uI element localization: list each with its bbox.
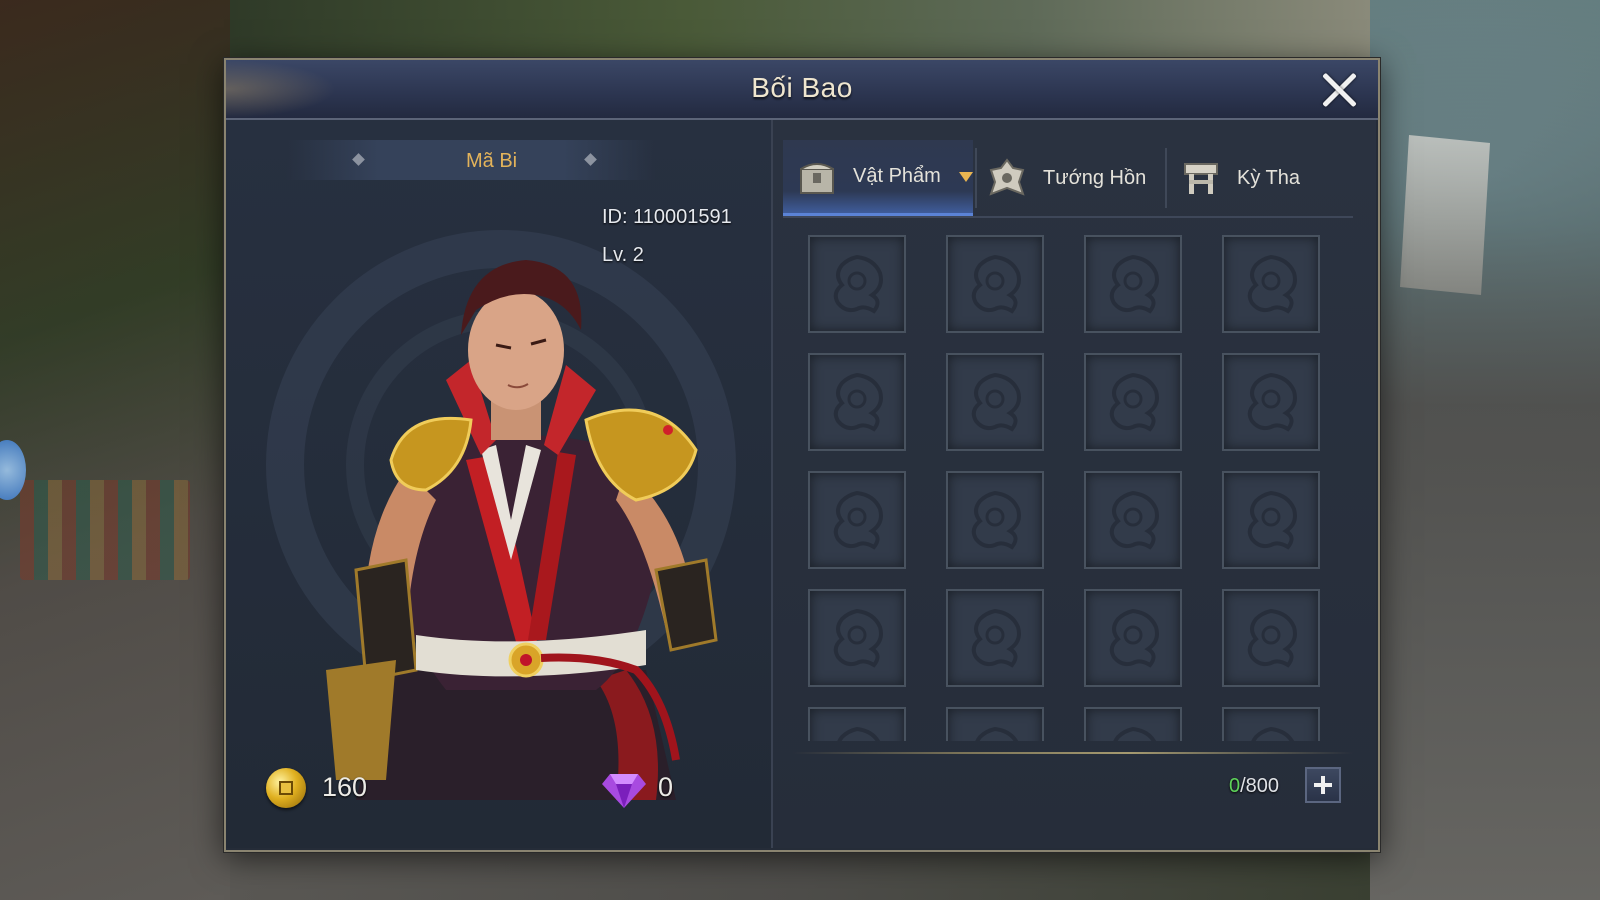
dragon-emblem-icon [1247,254,1297,314]
background-scenery-right [1370,0,1600,900]
dragon-emblem-icon [971,372,1021,432]
inventory-slot[interactable] [1084,707,1182,741]
spirit-icon [989,158,1025,196]
capacity-total: /800 [1240,775,1280,797]
dragon-emblem-icon [971,254,1021,314]
expand-inventory-button[interactable] [1305,767,1341,803]
inventory-slot[interactable] [808,353,906,451]
inventory-slot[interactable] [946,471,1044,569]
dragon-emblem-icon [1109,608,1159,668]
dragon-emblem-icon [833,254,883,314]
name-bar: Mã Bi [286,140,656,180]
background-scenery-left [0,0,230,900]
gem-icon [602,774,646,808]
character-panel: Mã Bi ID: 110001591 Lv. 2 160 0 [226,120,773,848]
diamond-left-icon [352,153,365,166]
dragon-emblem-icon [1251,726,1295,741]
inventory-slot[interactable] [946,707,1044,741]
diamond-right-icon [584,153,597,166]
dragon-emblem-icon [833,490,883,550]
dragon-emblem-icon [837,726,881,741]
background-crates [20,480,190,580]
inventory-slot[interactable] [1222,707,1320,741]
gem-amount: 0 [658,772,674,802]
tab-divider [1165,148,1167,208]
item-grid [808,235,1338,741]
dragon-emblem-icon [1247,490,1297,550]
chest-icon [800,162,834,194]
background-scenery-bottom [230,845,1370,900]
inventory-slot[interactable] [1222,353,1320,451]
inventory-slot[interactable] [946,235,1044,333]
inventory-slot[interactable] [1222,235,1320,333]
currency-row: 160 0 [226,760,771,820]
character-name: Mã Bi [466,150,518,172]
background-scenery-top [230,0,1370,60]
inventory-slot[interactable] [808,471,906,569]
tab-items[interactable]: Vật Phẩm [783,140,973,216]
inventory-slot[interactable] [808,589,906,687]
tab-other-label: Kỳ Tha [1237,166,1300,189]
dragon-emblem-icon [833,372,883,432]
gold-coin-icon [266,768,306,808]
title-bar: Bối Bao [226,60,1378,120]
inventory-slot[interactable] [1222,471,1320,569]
character-id: ID: 110001591 [602,206,732,228]
character-portrait [326,260,718,800]
dragon-emblem-icon [1113,726,1157,741]
close-button[interactable] [1318,68,1360,110]
dragon-emblem-icon [971,608,1021,668]
dragon-emblem-icon [975,726,1019,741]
tab-divider [975,148,977,208]
dragon-emblem-icon [1109,372,1159,432]
category-tabs: Vật Phẩm Tướng Hồn Kỳ Tha [783,140,1353,218]
inventory-slot[interactable] [1084,235,1182,333]
capacity-used: 0 [1229,775,1241,797]
inventory-slot[interactable] [946,589,1044,687]
dragon-emblem-icon [1247,608,1297,668]
inventory-slot[interactable] [1084,471,1182,569]
inventory-slot[interactable] [808,235,906,333]
inventory-panel: Vật Phẩm Tướng Hồn Kỳ Tha 0/800 [773,120,1376,848]
dropdown-arrow-icon[interactable] [958,171,973,182]
inventory-slot[interactable] [1222,589,1320,687]
dragon-emblem-icon [833,608,883,668]
table-icon [1184,163,1218,194]
tab-other[interactable]: Kỳ Tha [1181,140,1351,216]
inventory-slot[interactable] [808,707,906,741]
inventory-capacity: 0/800 [1229,775,1279,798]
dragon-emblem-icon [1109,490,1159,550]
dragon-emblem-icon [1109,254,1159,314]
window-title: Bối Bao [751,72,853,103]
tab-spirits-label: Tướng Hồn [1043,166,1147,189]
grid-divider [793,752,1353,754]
inventory-slot[interactable] [1084,353,1182,451]
tab-spirits[interactable]: Tướng Hồn [987,140,1157,216]
background-sail [1400,135,1490,295]
gold-amount: 160 [322,772,368,802]
tab-items-label: Vật Phẩm [853,165,941,187]
dragon-emblem-icon [971,490,1021,550]
inventory-slot[interactable] [1084,589,1182,687]
inventory-window: Bối Bao Mã Bi ID: 110001591 Lv. 2 160 0 … [224,58,1380,852]
inventory-slot[interactable] [946,353,1044,451]
dragon-emblem-icon [1247,372,1297,432]
